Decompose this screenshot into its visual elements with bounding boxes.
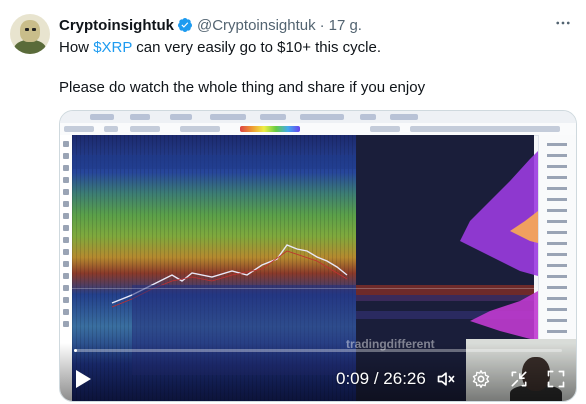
current-time: 0:09 [336, 369, 370, 388]
display-name[interactable]: Cryptoinsightuk [59, 17, 174, 34]
user-handle[interactable]: @Cryptoinsightuk [197, 17, 316, 34]
tweet-header: Cryptoinsightuk @Cryptoinsightuk · 17 g. [59, 15, 362, 35]
verified-badge-icon [177, 18, 192, 32]
time-separator: / [373, 369, 379, 388]
menu-tab [360, 114, 376, 120]
toolbar-item [130, 126, 160, 132]
volume-profile [460, 151, 538, 341]
menu-tab [170, 114, 192, 120]
fullscreen-icon[interactable] [546, 369, 566, 389]
progress-fill [74, 349, 77, 352]
avatar-eye [25, 28, 29, 31]
toolbar-item [64, 126, 94, 132]
chart-app-menubar [60, 111, 576, 123]
menu-tab [90, 114, 114, 120]
toolbar-item [410, 126, 560, 132]
tweet-text-line-2: Please do watch the whole thing and shar… [59, 79, 426, 96]
menu-tab [130, 114, 150, 120]
avatar[interactable] [10, 14, 50, 54]
duration: 26:26 [383, 369, 426, 388]
tweet-text-prefix: How [59, 39, 94, 56]
muted-speaker-icon[interactable] [436, 369, 456, 389]
menu-tab [390, 114, 418, 120]
menu-tab [260, 114, 286, 120]
video-player[interactable]: tradingdifferent 0:09 / 26:26 [59, 110, 577, 402]
current-price-line [72, 288, 538, 289]
tweet-text-line-1: How $XRP can very easily go to $10+ this… [59, 38, 569, 58]
color-scale [240, 126, 300, 132]
menu-tab [210, 114, 246, 120]
separator-dot: · [319, 16, 325, 34]
tweet-timestamp[interactable]: 17 g. [329, 17, 362, 34]
toolbar-item [180, 126, 220, 132]
play-icon[interactable] [74, 369, 92, 389]
more-icon[interactable] [554, 14, 572, 32]
toolbar-item [104, 126, 118, 132]
tweet-text-suffix: can very easily go to $10+ this cycle. [132, 39, 381, 56]
avatar-body-shape [14, 40, 46, 54]
toolbar-item [370, 126, 400, 132]
cashtag-link[interactable]: $XRP [93, 39, 132, 56]
video-time: 0:09 / 26:26 [336, 369, 426, 389]
progress-bar[interactable] [74, 349, 562, 352]
avatar-head-shape [20, 20, 40, 42]
picture-in-picture-icon[interactable] [509, 369, 529, 389]
menu-tab [300, 114, 344, 120]
settings-gear-icon[interactable] [471, 369, 491, 389]
avatar-eye [32, 28, 36, 31]
